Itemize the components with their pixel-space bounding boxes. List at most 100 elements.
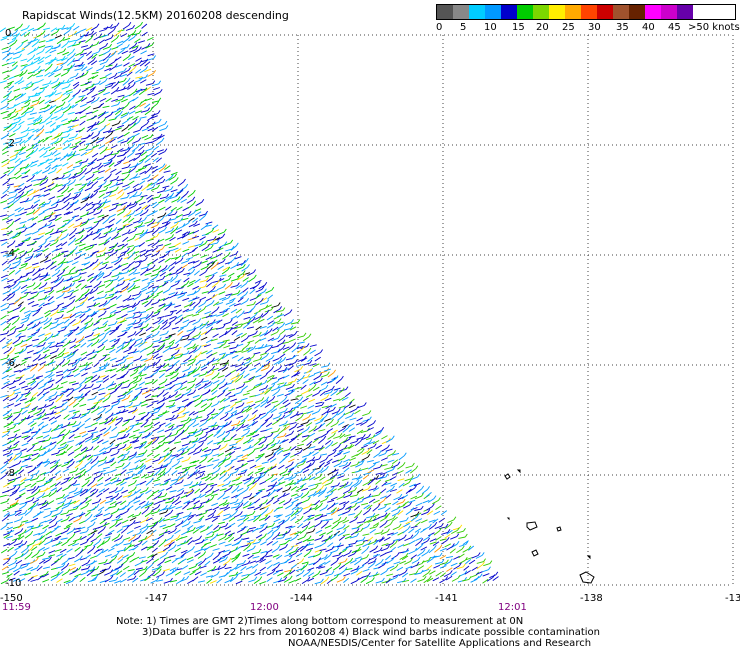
wind-barb — [211, 447, 219, 451]
wind-barb — [219, 488, 227, 492]
wind-barb — [230, 403, 237, 409]
wind-barb — [408, 550, 415, 555]
wind-barb — [45, 518, 52, 523]
wind-barb — [66, 445, 73, 451]
wind-barb — [91, 109, 99, 114]
wind-barb — [67, 496, 75, 499]
wind-barb — [126, 316, 134, 319]
wind-barb — [356, 417, 363, 422]
wind-barb — [349, 519, 356, 524]
wind-barb — [29, 559, 37, 564]
wind-barb — [27, 326, 34, 331]
wind-barb — [272, 416, 280, 420]
wind-barb — [96, 275, 103, 281]
wind-barb — [6, 573, 13, 578]
wind-barb — [241, 385, 248, 391]
wind-barb — [91, 501, 99, 505]
wind-barb — [303, 552, 310, 558]
wind-barb — [61, 571, 69, 576]
wind-barb — [140, 546, 148, 551]
wind-barb — [314, 523, 321, 528]
wind-barb — [55, 379, 62, 384]
wind-barb — [391, 471, 399, 476]
wind-barb — [54, 73, 62, 78]
wind-barb — [79, 450, 86, 456]
wind-barb — [21, 317, 29, 321]
wind-barb — [285, 548, 292, 554]
wind-barb — [12, 463, 20, 467]
wind-barb — [236, 385, 243, 390]
wind-barb — [117, 94, 125, 98]
wind-barb — [288, 338, 296, 343]
wind-barb — [98, 144, 106, 149]
wind-barb — [152, 294, 159, 299]
wind-barb — [42, 434, 50, 439]
wind-barb — [74, 191, 82, 194]
wind-barb — [233, 392, 241, 396]
wind-barb — [128, 63, 136, 68]
wind-barb — [408, 540, 416, 545]
wind-barb — [408, 499, 416, 504]
wind-barb — [194, 402, 201, 408]
wind-barb — [117, 405, 125, 409]
wind-barb — [49, 326, 57, 330]
wind-barb — [197, 286, 206, 289]
wind-barb — [159, 333, 167, 336]
wind-barb — [6, 243, 14, 248]
wind-barb — [138, 201, 146, 206]
wind-barb — [254, 399, 262, 404]
wind-barb — [139, 326, 147, 330]
wind-barb — [302, 572, 310, 577]
wind-barb — [231, 488, 238, 494]
wind-barb — [135, 567, 143, 570]
wind-barb — [20, 552, 28, 558]
wind-barb — [434, 547, 441, 553]
wind-barb — [233, 513, 241, 518]
wind-barb — [336, 579, 344, 583]
wind-barb — [235, 481, 243, 486]
wind-barb — [162, 348, 169, 353]
wind-barb — [96, 67, 103, 72]
wind-barb — [170, 455, 177, 461]
wind-barb — [343, 500, 350, 506]
wind-barb — [174, 260, 182, 265]
wind-barb — [254, 338, 261, 344]
wind-barb — [75, 250, 83, 255]
wind-barb — [367, 423, 374, 428]
lon-label: -144 — [290, 593, 313, 604]
wind-barb — [204, 536, 213, 539]
wind-barb — [347, 553, 355, 558]
wind-barb — [146, 452, 154, 457]
wind-barb — [194, 488, 201, 494]
wind-barb — [63, 198, 70, 204]
wind-barb — [110, 480, 118, 485]
wind-barb — [429, 538, 437, 542]
wind-barb — [37, 235, 44, 240]
wind-barb — [1, 516, 8, 522]
wind-barb — [79, 214, 87, 218]
wind-barb — [476, 561, 484, 564]
wind-barb — [61, 541, 68, 547]
wind-barb — [8, 562, 15, 567]
wind-barb — [146, 124, 154, 129]
wind-barb — [211, 375, 218, 380]
wind-barb — [110, 468, 117, 473]
wind-barb — [3, 75, 10, 80]
wind-barb — [78, 55, 85, 61]
wind-barb — [343, 494, 351, 499]
wind-barb — [79, 175, 86, 181]
wind-barb — [68, 409, 76, 413]
wind-barb — [32, 271, 39, 276]
wind-barb — [216, 252, 223, 258]
wind-barb — [301, 429, 308, 434]
wind-barb — [54, 92, 62, 96]
wind-barb — [84, 105, 91, 111]
wind-barb — [333, 453, 341, 458]
wind-barb — [320, 374, 328, 378]
wind-barb — [180, 283, 188, 288]
wind-barb — [362, 533, 370, 536]
wind-barb — [435, 571, 442, 577]
wind-barb — [26, 488, 34, 492]
wind-barb — [104, 37, 112, 42]
wind-barb — [295, 447, 303, 451]
